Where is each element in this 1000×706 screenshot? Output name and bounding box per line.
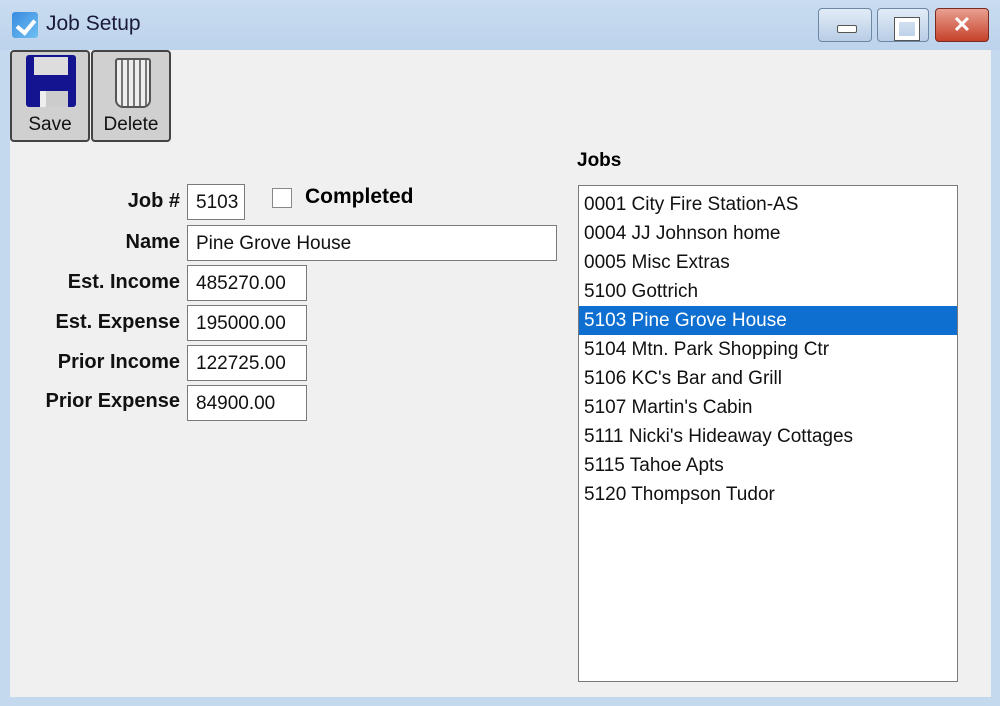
delete-label: Delete bbox=[103, 114, 159, 135]
prior-expense-label: Prior Expense bbox=[45, 390, 180, 412]
est-expense-field[interactable]: 195000.00 bbox=[187, 305, 307, 341]
title-bar[interactable]: Job Setup ✕ bbox=[0, 0, 1000, 50]
app-icon bbox=[12, 12, 38, 38]
job-list-item[interactable]: 0001 City Fire Station-AS bbox=[579, 190, 957, 219]
job-number-field[interactable]: 5103 bbox=[187, 184, 245, 220]
delete-button[interactable]: Delete bbox=[91, 50, 171, 142]
minimize-button[interactable] bbox=[818, 8, 872, 42]
job-list-item[interactable]: 5104 Mtn. Park Shopping Ctr bbox=[579, 335, 957, 364]
name-label: Name bbox=[125, 231, 180, 253]
jobs-label: Jobs bbox=[577, 150, 622, 171]
job-list-item[interactable]: 5103 Pine Grove House bbox=[579, 306, 957, 335]
completed-label: Completed bbox=[305, 185, 414, 208]
trash-can-icon bbox=[115, 58, 151, 108]
job-list-item[interactable]: 5111 Nicki's Hideaway Cottages bbox=[579, 422, 957, 451]
job-number-label: Job # bbox=[127, 190, 180, 212]
floppy-disk-icon bbox=[26, 55, 76, 107]
job-list-item[interactable]: 5115 Tahoe Apts bbox=[579, 451, 957, 480]
completed-checkbox[interactable] bbox=[272, 188, 292, 208]
prior-income-label: Prior Income bbox=[57, 351, 180, 373]
job-list-item[interactable]: 0004 JJ Johnson home bbox=[579, 219, 957, 248]
save-button[interactable]: Save bbox=[10, 50, 90, 142]
job-list-item[interactable]: 5120 Thompson Tudor bbox=[579, 480, 957, 509]
job-list-item[interactable]: 5100 Gottrich bbox=[579, 277, 957, 306]
prior-income-field[interactable]: 122725.00 bbox=[187, 345, 307, 381]
job-list-item[interactable]: 5106 KC's Bar and Grill bbox=[579, 364, 957, 393]
prior-expense-field[interactable]: 84900.00 bbox=[187, 385, 307, 421]
est-income-field[interactable]: 485270.00 bbox=[187, 265, 307, 301]
est-expense-label: Est. Expense bbox=[55, 311, 180, 333]
jobs-list[interactable]: 0001 City Fire Station-AS 0004 JJ Johnson… bbox=[578, 185, 958, 682]
window-title: Job Setup bbox=[46, 12, 141, 35]
job-list-item[interactable]: 0005 Misc Extras bbox=[579, 248, 957, 277]
est-income-label: Est. Income bbox=[67, 271, 180, 293]
name-field[interactable]: Pine Grove House bbox=[187, 225, 557, 261]
save-label: Save bbox=[28, 114, 72, 135]
job-list-item[interactable]: 5107 Martin's Cabin bbox=[579, 393, 957, 422]
maximize-button[interactable] bbox=[877, 8, 929, 42]
close-button[interactable]: ✕ bbox=[935, 8, 989, 42]
